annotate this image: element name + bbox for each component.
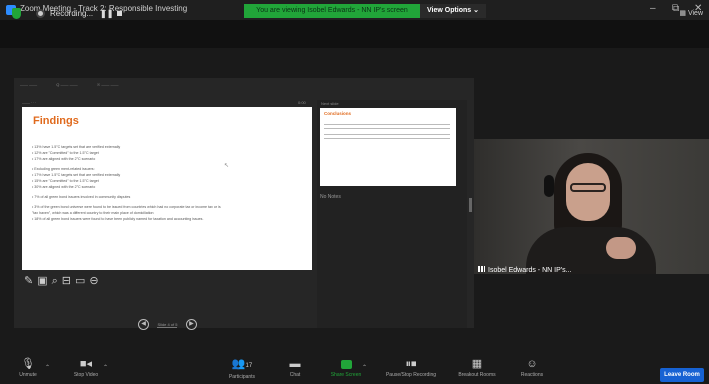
slide-bullet: • 18% of all green bond issuers were fou… (32, 217, 204, 221)
pause-stop-icon: ⏸⏹ (405, 358, 417, 370)
subtitles-icon[interactable]: ⊟ (62, 275, 75, 287)
participant-name-text: Isobel Edwards - NN IP's... (488, 267, 572, 274)
breakout-label: Breakout Rooms (458, 372, 496, 378)
previous-slide-button[interactable]: ◀ (138, 319, 149, 331)
slide-bullet: • 17% are aligned with the 2°C scenario (32, 157, 96, 161)
laser-icon[interactable]: ▣ (37, 275, 51, 287)
notes-text: No Notes (320, 194, 341, 200)
text-line (324, 134, 450, 135)
reactions-button[interactable]: ☺ Reactions (510, 356, 554, 378)
video-options-icon[interactable]: ⌃ (103, 364, 108, 371)
next-slide-preview[interactable]: Conclusions (320, 108, 456, 186)
breakout-rooms-button[interactable]: ▦ Breakout Rooms (448, 356, 506, 378)
pen-icon[interactable]: ✎ (24, 275, 37, 287)
mouse-cursor-icon: ↖ (224, 163, 230, 169)
timer: 0:00 (298, 100, 306, 105)
slide-bullets: • 13% have 1.5°C targets set that are ve… (32, 144, 304, 222)
slide-counter[interactable]: Slide 4 of 5 (157, 322, 178, 328)
presenter-tool[interactable]: Q —— —— (56, 82, 77, 87)
slide-title: Findings (33, 115, 79, 127)
video-camera-icon: ■◂ (79, 358, 93, 370)
more-options-icon[interactable]: ⊖ (89, 275, 102, 287)
participant-video[interactable] (474, 139, 709, 274)
screen-icon[interactable]: ▭ (75, 275, 89, 287)
unmute-button[interactable]: 🎙 Unmute (8, 356, 48, 378)
participants-count: 17 (245, 363, 253, 369)
slide-status: —— ·· · (22, 100, 37, 105)
presenter-tool[interactable]: —— —— (20, 82, 37, 87)
slide-navigation: ◀ Slide 4 of 5 ▶ (138, 316, 197, 334)
slide-bullet: • 7% of all green bond issuers involved … (32, 195, 131, 199)
participants-label: Participants (228, 374, 256, 380)
reactions-label: Reactions (520, 372, 544, 378)
audio-options-icon[interactable]: ⌃ (45, 364, 50, 371)
slide-bullet: • 30% are aligned with the 2°C scenario (32, 185, 96, 189)
presenter-toolbar: —— —— Q —— —— ☉ —— —— (20, 82, 300, 90)
share-options-icon[interactable]: ⌃ (362, 364, 367, 371)
pause-stop-recording-button[interactable]: ⏸⏹ Pause/Stop Recording (376, 356, 446, 378)
recording-label: Recording... (50, 9, 94, 18)
presenter-status-strip: —— ·· · 0:00 (22, 100, 312, 106)
minimize-icon[interactable]: – (650, 3, 656, 15)
next-slide-title: Conclusions (324, 111, 352, 116)
presenter-tools: ✎▣⌕⊟▭⊖ (24, 274, 103, 288)
video-glasses (570, 183, 606, 192)
headset-icon (544, 175, 554, 197)
stop-recording-icon[interactable] (117, 11, 122, 16)
microphone-muted-icon: 🎙 (21, 358, 35, 370)
chat-button[interactable]: ▬ Chat (280, 356, 310, 378)
participants-button[interactable]: 👥17 Participants (218, 356, 266, 380)
stop-video-label: Stop Video (73, 372, 99, 378)
share-banner: You are viewing Isobel Edwards - NN IP's… (244, 4, 420, 18)
participant-name: Isobel Edwards - NN IP's... (478, 266, 571, 274)
zoom-icon[interactable]: ⌕ (52, 275, 62, 287)
presenter-tool[interactable]: ☉ —— —— (97, 82, 119, 87)
view-options-button[interactable]: View Options ⌄ (420, 4, 486, 18)
current-slide: Findings • 13% have 1.5°C targets set th… (22, 107, 312, 270)
pause-recording-icon[interactable]: ❚❚ (100, 9, 113, 18)
recording-bar (0, 20, 709, 48)
view-button[interactable]: ▦ View (679, 9, 703, 17)
next-slide-header: Next slide (321, 101, 339, 106)
participants-icon: 👥17 (231, 358, 253, 370)
share-screen-label: Share Screen (330, 372, 362, 378)
leave-room-button[interactable]: Leave Room (660, 368, 704, 382)
breakout-rooms-icon: ▦ (471, 358, 483, 370)
text-line (324, 128, 450, 129)
chat-label: Chat (289, 372, 301, 378)
next-slide-button[interactable]: ▶ (185, 319, 197, 331)
stop-video-button[interactable]: ■◂ Stop Video (64, 356, 108, 378)
signal-icon (478, 266, 485, 272)
video-face (566, 163, 610, 221)
chat-icon: ▬ (289, 358, 301, 370)
video-hand (606, 237, 636, 259)
restore-icon[interactable]: ⧉ (672, 3, 679, 15)
text-line (324, 124, 450, 125)
recording-indicator-icon (36, 9, 45, 18)
text-line (324, 138, 450, 139)
notes-scrollbar[interactable] (469, 198, 472, 212)
unmute-label: Unmute (19, 372, 37, 378)
recording-control-label: Pause/Stop Recording (385, 372, 437, 378)
security-shield-icon[interactable] (12, 8, 21, 19)
reactions-icon: ☺ (526, 358, 538, 370)
